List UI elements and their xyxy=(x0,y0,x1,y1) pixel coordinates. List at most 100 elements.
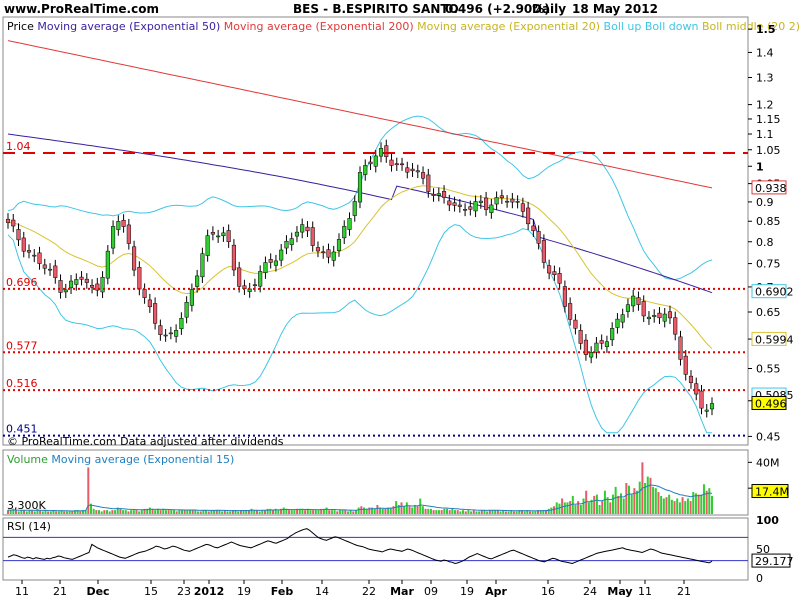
volume-bar xyxy=(282,507,285,514)
volume-bar xyxy=(65,511,68,514)
volume-bar xyxy=(164,510,167,514)
volume-bar xyxy=(459,511,462,514)
candle-body xyxy=(667,311,673,319)
volume-bar xyxy=(478,511,481,514)
volume-bar xyxy=(15,510,18,514)
candle-body xyxy=(21,237,26,252)
volume-bar xyxy=(403,506,406,514)
candle-body xyxy=(594,342,599,353)
candle-body xyxy=(515,201,520,203)
candle-body xyxy=(510,198,515,203)
x-tick-label: Feb xyxy=(271,585,294,598)
volume-bar xyxy=(579,504,582,514)
candle-body xyxy=(573,319,578,329)
candle-body xyxy=(552,271,557,275)
candle-body xyxy=(37,252,42,264)
candle-body xyxy=(357,172,363,203)
price-tick-label: 0.8 xyxy=(756,236,774,249)
candle-body xyxy=(210,232,215,235)
volume-bar xyxy=(92,508,95,514)
volume-bar xyxy=(673,501,676,514)
volume-bar xyxy=(558,503,561,514)
volume-bar xyxy=(435,510,438,514)
candle-body xyxy=(699,390,704,409)
volume-bar xyxy=(349,510,352,514)
volume-bar xyxy=(194,510,197,514)
volume-bar xyxy=(694,493,697,514)
candle-body xyxy=(547,265,552,274)
candle-body xyxy=(378,148,384,157)
candle-body xyxy=(531,225,536,232)
candle-body xyxy=(147,299,152,308)
volume-bar xyxy=(344,510,347,514)
volume-bar xyxy=(571,495,574,514)
volume-title: Volume xyxy=(7,453,48,466)
volume-bar xyxy=(638,481,641,514)
candle-body xyxy=(694,383,699,395)
candle-body xyxy=(273,260,278,266)
candle-body xyxy=(415,170,420,173)
volume-bar xyxy=(617,495,620,514)
volume-bar xyxy=(154,510,157,514)
volume-bar xyxy=(250,508,253,514)
volume-bar xyxy=(312,510,315,514)
volume-bar xyxy=(17,511,20,514)
volume-bar xyxy=(258,511,261,514)
volume-bar xyxy=(454,510,457,514)
volume-bar xyxy=(68,511,71,514)
volume-bar xyxy=(531,511,534,514)
x-tick-label: May xyxy=(607,585,632,598)
candle-body xyxy=(489,204,494,213)
volume-bar xyxy=(135,510,138,514)
candle-body xyxy=(84,278,89,283)
volume-bar xyxy=(63,511,66,514)
candle-body xyxy=(179,318,184,329)
volume-bar xyxy=(55,511,58,514)
volume-bar xyxy=(475,511,478,514)
volume-bar xyxy=(437,510,440,514)
volume-bar xyxy=(178,510,181,514)
candle-body xyxy=(336,239,342,251)
candle-body xyxy=(347,218,352,230)
candle-body xyxy=(289,238,294,245)
candle-body xyxy=(599,340,604,344)
x-tick-label: 21 xyxy=(53,585,67,598)
candle-body xyxy=(16,229,21,241)
candle-body xyxy=(58,280,63,293)
candle-body xyxy=(200,253,205,278)
volume-bar xyxy=(668,494,671,514)
volume-bar xyxy=(547,508,550,514)
candle-body xyxy=(452,202,457,206)
candle-body xyxy=(631,295,636,307)
volume-bar xyxy=(405,502,408,514)
volume-bar xyxy=(550,507,553,514)
volume-bar xyxy=(357,507,360,514)
volume-bar xyxy=(676,498,679,514)
volume-bar xyxy=(598,504,601,514)
volume-bar xyxy=(122,510,125,514)
rsi-title: RSI (14) xyxy=(7,520,51,533)
volume-bar xyxy=(708,488,711,514)
volume-ma-label: Moving average (Exponential 15) xyxy=(51,453,234,466)
x-tick-label: 11 xyxy=(15,585,29,598)
volume-bar xyxy=(652,486,655,514)
volume-bar xyxy=(670,499,673,514)
volume-bar xyxy=(408,506,411,514)
volume-bar xyxy=(167,510,170,514)
volume-bar xyxy=(614,486,617,514)
volume-bar xyxy=(595,494,598,514)
volume-bar xyxy=(472,510,475,514)
volume-bar xyxy=(328,510,331,514)
candle-body xyxy=(174,330,179,337)
volume-bar xyxy=(440,510,443,514)
candle-body xyxy=(394,163,399,166)
rsi-tick-label: 100 xyxy=(756,514,779,527)
volume-bar xyxy=(593,495,596,514)
volume-bar xyxy=(697,494,700,514)
x-tick-label: 14 xyxy=(315,585,329,598)
candle-body xyxy=(121,219,126,227)
legend-ema50: Moving average (Exponential 50) xyxy=(37,20,220,33)
x-tick-label: 23 xyxy=(177,585,191,598)
volume-bar xyxy=(130,510,133,514)
candle-body xyxy=(26,250,32,253)
